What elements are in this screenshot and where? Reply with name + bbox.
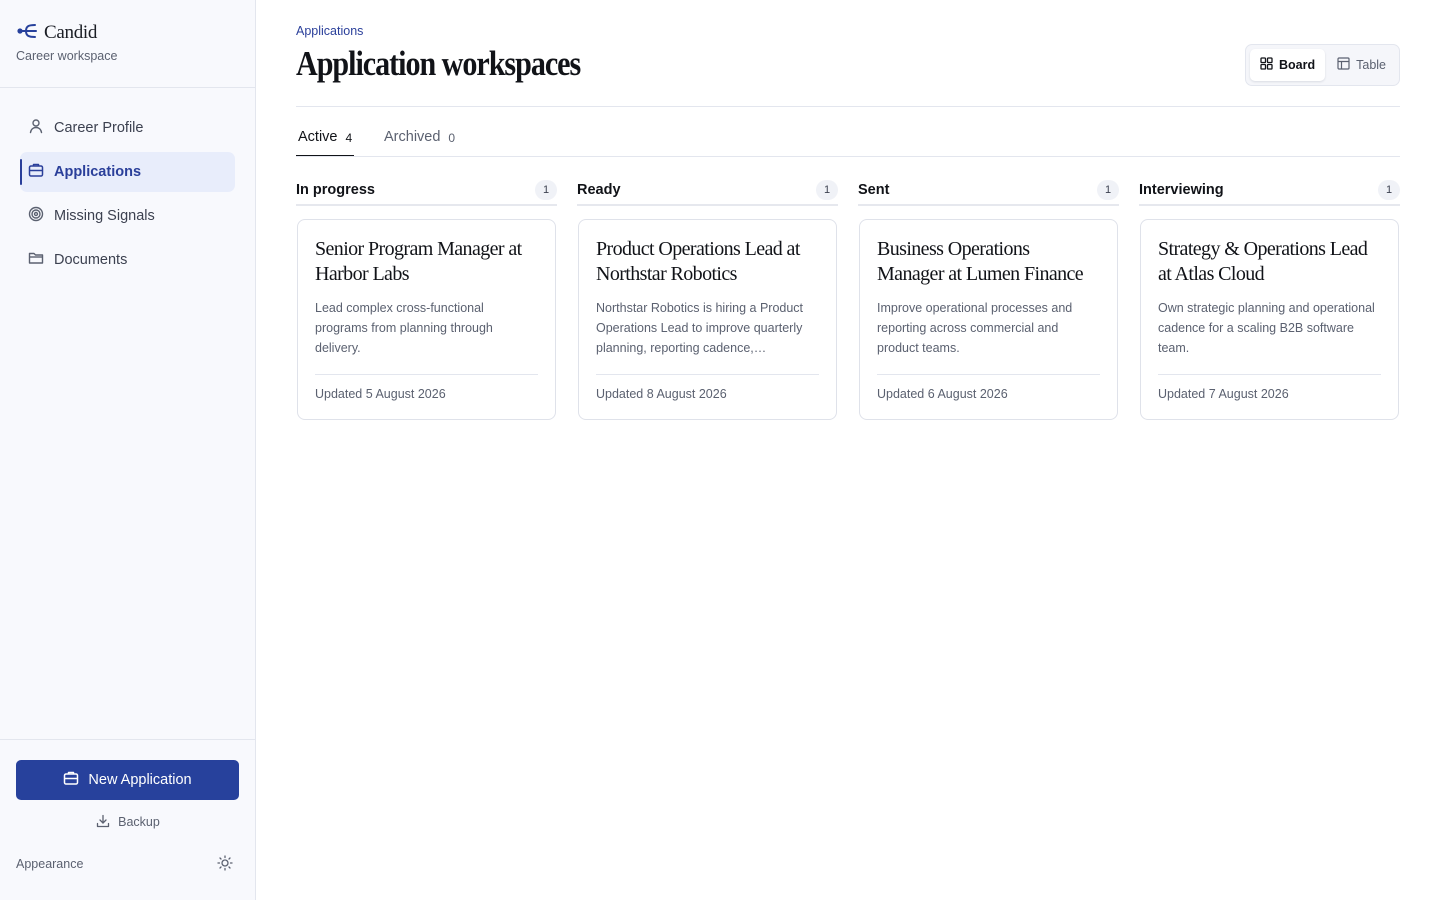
column-title: Ready [577,182,621,198]
column-count-badge: 1 [1378,180,1400,200]
status-tabs: Active 4 Archived 0 [296,124,1400,157]
brand-logo-link[interactable]: Candid [16,22,239,44]
card-description: Lead complex cross-functional programs f… [315,301,493,355]
folder-icon [28,250,44,270]
sidebar-item-label: Missing Signals [54,208,155,224]
column-count-badge: 1 [535,180,557,200]
column-interviewing: Interviewing 1 Strategy & Operations Lea… [1139,176,1400,420]
column-ready: Ready 1 Product Operations Lead at North… [577,176,838,420]
backup-label: Backup [118,815,160,829]
sidebar-item-documents[interactable]: Documents [20,240,235,280]
column-in-progress: In progress 1 Senior Program Manager at … [296,176,557,420]
column-header: In progress 1 [296,176,557,206]
candid-logo-icon [16,22,38,45]
card-divider [596,374,819,375]
column-title: Interviewing [1139,182,1224,198]
sidebar-item-applications[interactable]: Applications [20,152,235,192]
card-description: Improve operational processes and report… [877,301,1073,355]
sidebar: Candid Career workspace Career Profile A… [0,0,256,900]
sidebar-nav: Career Profile Applications Missing Sign… [20,108,235,284]
column-header: Interviewing 1 [1139,176,1400,206]
brand-name: Candid [44,22,98,43]
column-header: Ready 1 [577,176,838,206]
application-card[interactable]: Business Operations Manager at Lumen Fin… [859,219,1118,420]
download-icon [96,814,110,831]
grid-icon [1260,57,1273,73]
sidebar-item-label: Career Profile [54,120,144,136]
card-updated: Updated 5 August 2026 [315,387,446,401]
card-title: Product Operations Lead at Northstar Rob… [596,238,800,285]
view-toggle: Board Table [1245,44,1400,86]
card-description: Northstar Robotics is hiring a Product O… [596,301,804,355]
application-card[interactable]: Product Operations Lead at Northstar Rob… [578,219,837,420]
new-application-button[interactable]: New Application [16,760,239,800]
sidebar-item-label: Applications [54,164,142,180]
briefcase-icon [28,162,44,182]
card-description: Own strategic planning and operational c… [1158,301,1375,355]
column-header: Sent 1 [858,176,1119,206]
tab-label: Archived [384,129,441,145]
tab-count: 4 [345,131,353,145]
application-card[interactable]: Strategy & Operations Lead at Atlas Clou… [1140,219,1399,420]
appearance-label: Appearance [16,857,84,871]
user-icon [28,118,44,138]
card-title: Business Operations Manager at Lumen Fin… [877,238,1084,285]
table-icon [1337,57,1350,73]
tab-count: 0 [448,131,456,145]
main-content: Applications Application workspaces Boar… [296,0,1400,900]
target-icon [28,206,44,226]
tab-archived[interactable]: Archived 0 [382,124,457,157]
card-updated: Updated 6 August 2026 [877,387,1008,401]
tab-active[interactable]: Active 4 [296,124,355,157]
column-count-badge: 1 [1097,180,1119,200]
card-divider [877,374,1100,375]
briefcase-icon [63,770,79,790]
card-divider [315,374,538,375]
breadcrumb[interactable]: Applications [296,24,363,38]
page-title: Application workspaces [296,44,581,83]
table-view-button[interactable]: Table [1327,49,1396,81]
application-card[interactable]: Senior Program Manager at Harbor Labs Le… [297,219,556,420]
sidebar-divider [0,87,255,88]
column-title: Sent [858,182,890,198]
sidebar-item-missing-signals[interactable]: Missing Signals [20,196,235,236]
backup-button[interactable]: Backup [0,813,256,831]
brand-subtitle: Career workspace [16,49,118,63]
new-application-label: New Application [88,772,192,788]
sun-icon[interactable] [217,854,233,874]
table-view-label: Table [1356,58,1387,72]
board-view-label: Board [1279,58,1316,72]
tabs-divider [296,156,1400,157]
brand: Candid Career workspace [16,22,239,63]
sidebar-item-career-profile[interactable]: Career Profile [20,108,235,148]
header-divider [296,106,1400,107]
card-title: Senior Program Manager at Harbor Labs [315,238,522,285]
board-view-button[interactable]: Board [1250,49,1326,81]
card-title: Strategy & Operations Lead at Atlas Clou… [1158,238,1368,285]
column-count-badge: 1 [816,180,838,200]
card-updated: Updated 8 August 2026 [596,387,727,401]
tab-label: Active [298,129,338,145]
card-updated: Updated 7 August 2026 [1158,387,1289,401]
column-title: In progress [296,182,375,198]
appearance-row: Appearance [16,854,233,874]
card-divider [1158,374,1381,375]
column-sent: Sent 1 Business Operations Manager at Lu… [858,176,1119,420]
sidebar-item-label: Documents [54,252,128,268]
sidebar-bottom-divider [0,739,255,740]
